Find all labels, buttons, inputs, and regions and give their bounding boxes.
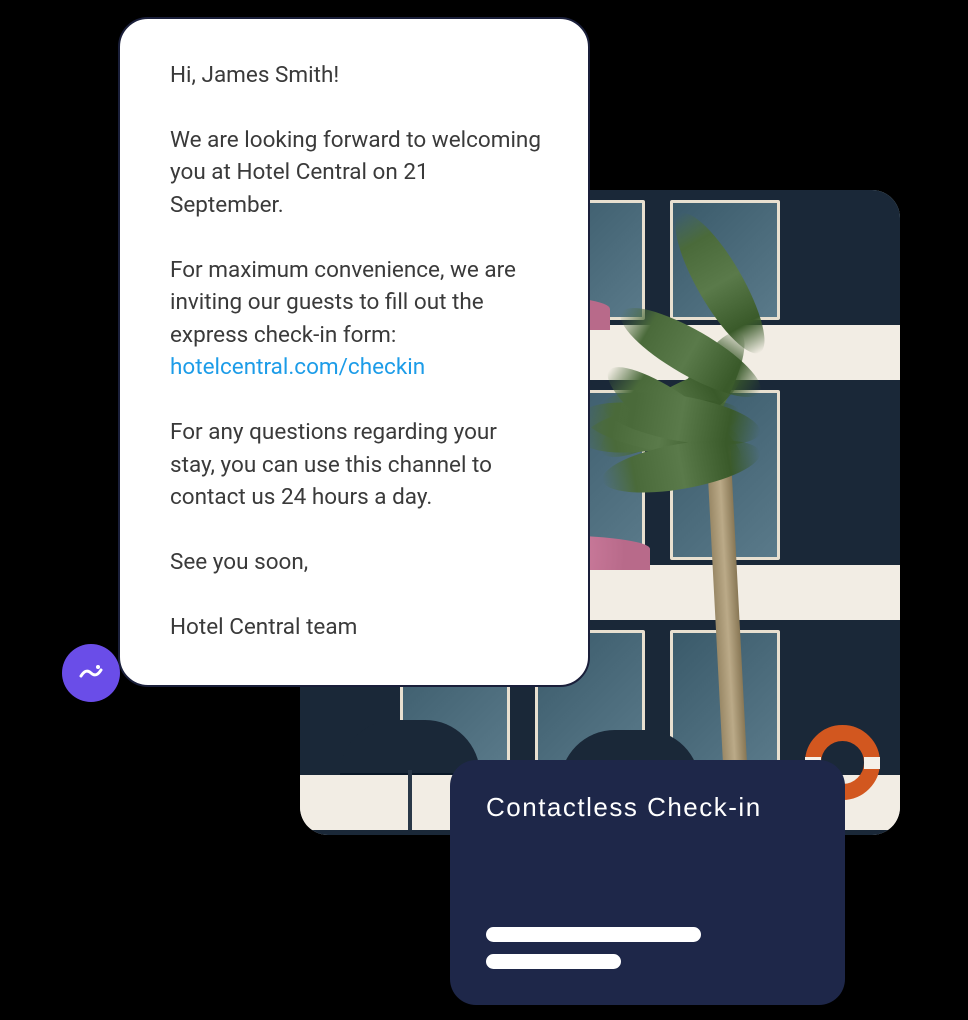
- convenience-text: For maximum convenience, we are inviting…: [170, 257, 516, 348]
- checkin-card[interactable]: Contactless Check-in: [450, 760, 845, 1005]
- welcome-text: We are looking forward to welcoming you …: [170, 124, 543, 222]
- questions-text: For any questions regarding your stay, y…: [170, 416, 543, 514]
- signature-text: Hotel Central team: [170, 611, 543, 644]
- convenience-paragraph: For maximum convenience, we are inviting…: [170, 254, 543, 385]
- form-line-placeholder: [486, 954, 621, 969]
- greeting-text: Hi, James Smith!: [170, 59, 543, 92]
- form-line-placeholder: [486, 927, 701, 942]
- checkin-form-placeholder: [486, 927, 701, 969]
- chat-logo-icon: [76, 658, 106, 688]
- chat-message-body: Hi, James Smith! We are looking forward …: [170, 59, 543, 643]
- checkin-card-title: Contactless Check-in: [486, 792, 809, 823]
- checkin-link[interactable]: hotelcentral.com/checkin: [170, 354, 425, 380]
- closing-text: See you soon,: [170, 546, 543, 579]
- chat-avatar-badge: [62, 644, 120, 702]
- chat-message-card: Hi, James Smith! We are looking forward …: [118, 17, 590, 687]
